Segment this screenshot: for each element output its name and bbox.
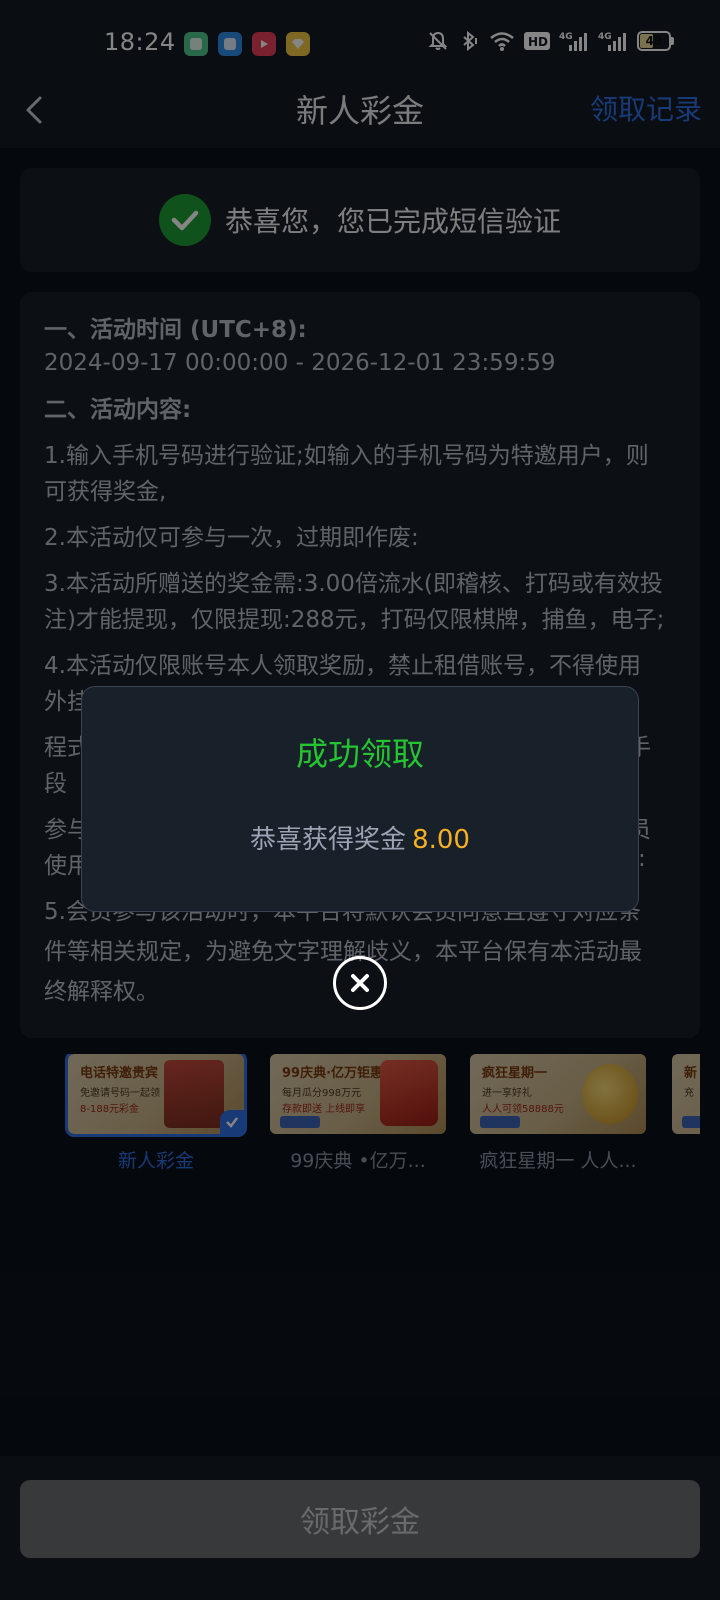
dialog-message: 恭喜获得奖金 8.00	[82, 819, 638, 856]
dialog-title: 成功领取	[295, 735, 424, 773]
success-dialog: 成功领取 恭喜获得奖金 8.00	[81, 686, 639, 912]
dialog-message-text: 恭喜获得奖金	[250, 825, 407, 855]
bonus-amount: 8.00	[412, 825, 470, 855]
close-dialog-button[interactable]	[333, 956, 387, 1010]
close-icon	[351, 974, 369, 992]
